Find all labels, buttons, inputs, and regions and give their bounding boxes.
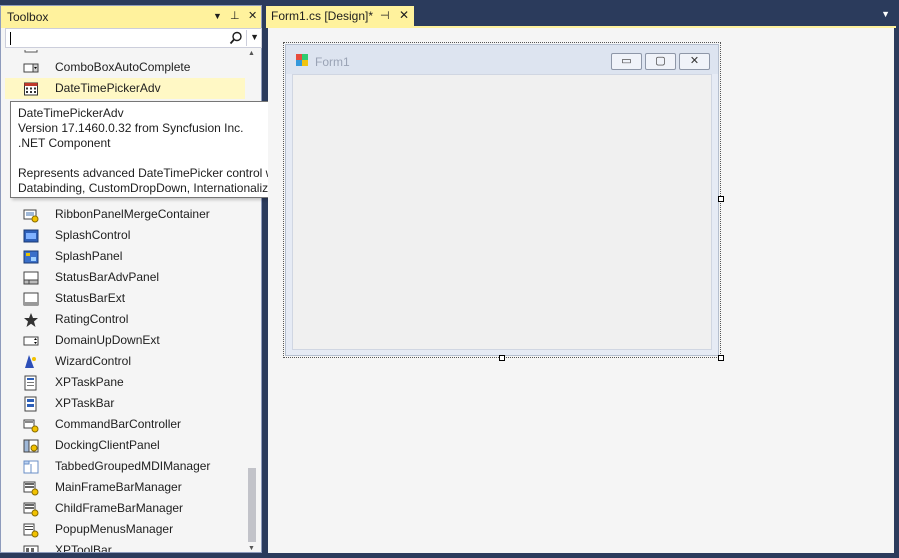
toolbox-panel: Toolbox ▼ ⊥ ✕ ▼ ComboBoxAutoComplete Dat… xyxy=(0,5,262,553)
form-client-area[interactable] xyxy=(292,74,712,350)
toolbox-item-childframebarmanager[interactable]: ChildFrameBarManager xyxy=(5,498,245,519)
toolbox-options-dropdown[interactable]: ▼ xyxy=(213,11,222,21)
tooltip-component-type: .NET Component xyxy=(18,136,111,150)
resize-handle-right[interactable] xyxy=(718,196,724,202)
statusbar-panel-icon xyxy=(23,271,39,285)
tooltip-description-line2: Databinding, CustomDropDown, Internation… xyxy=(18,181,298,195)
tooltip-version: Version 17.1460.0.32 from Syncfusion Inc… xyxy=(18,121,244,135)
tab-overflow-dropdown[interactable]: ▼ xyxy=(881,9,890,19)
form-app-icon xyxy=(296,54,308,66)
toolbox-item-dockingclientpanel[interactable]: DockingClientPanel xyxy=(5,435,245,456)
form-maximize-button[interactable]: ▢ xyxy=(645,53,676,70)
toolbox-item-tabbedgroupedmdimanager[interactable]: TabbedGroupedMDIManager xyxy=(5,456,245,477)
toolbox-item-mainframebarmanager[interactable]: MainFrameBarManager xyxy=(5,477,245,498)
toolbox-item-commandbarcontroller[interactable]: CommandBarController xyxy=(5,414,245,435)
scrollbar-thumb[interactable] xyxy=(248,468,256,542)
star-icon xyxy=(24,313,38,327)
minimize-icon: ▭ xyxy=(621,55,632,67)
toolbox-item-popupmenusmanager[interactable]: PopupMenusManager xyxy=(5,519,245,540)
tab-label: Form1.cs [Design]* xyxy=(271,9,374,23)
toolbox-item-splashpanel[interactable]: SplashPanel xyxy=(5,246,245,267)
resize-handle-bottom-right[interactable] xyxy=(718,355,724,361)
scroll-up-arrow[interactable]: ▲ xyxy=(248,50,255,57)
resize-handle-bottom[interactable] xyxy=(499,355,505,361)
wizard-icon xyxy=(25,355,36,368)
popupmenu-icon xyxy=(23,523,39,538)
list-item[interactable] xyxy=(5,50,245,57)
tab-close-icon[interactable]: ✕ xyxy=(399,8,409,22)
barmanager-icon xyxy=(23,502,39,517)
toolbox-search-box[interactable]: ▼ xyxy=(5,28,262,48)
form-title-bar[interactable]: Form1 ▭ ▢ ✕ xyxy=(286,45,718,74)
toolbox-item-xptoolbar[interactable]: XPToolBar xyxy=(5,540,245,552)
generic-control-icon xyxy=(24,50,38,53)
toolbox-item-datetimepickeradv[interactable]: DateTimePickerAdv xyxy=(5,78,245,99)
taskpane-icon xyxy=(24,375,37,391)
docking-icon xyxy=(23,439,39,453)
toolbox-search-input[interactable] xyxy=(12,30,212,46)
taskbar-icon xyxy=(24,396,37,412)
tabbed-mdi-icon xyxy=(23,460,39,474)
toolbox-item-xptaskpane[interactable]: XPTaskPane xyxy=(5,372,245,393)
toolbar-icon xyxy=(23,545,39,552)
ribbon-merge-icon xyxy=(23,209,39,223)
form-close-button[interactable]: ✕ xyxy=(679,53,710,70)
search-icon[interactable] xyxy=(229,31,243,45)
statusbar-icon xyxy=(23,292,39,306)
tab-form1-design[interactable]: Form1.cs [Design]* ⊣ ✕ xyxy=(266,6,414,26)
toolbox-item-ratingcontrol[interactable]: RatingControl xyxy=(5,309,245,330)
tooltip-description-line1: Represents advanced DateTimePicker contr… xyxy=(18,166,288,180)
toolbox-item-comboboxautocomplete[interactable]: ComboBoxAutoComplete xyxy=(5,57,245,78)
form-minimize-button[interactable]: ▭ xyxy=(611,53,642,70)
toolbox-title-bar[interactable]: Toolbox ▼ ⊥ ✕ xyxy=(1,6,261,28)
tooltip-component-name: DateTimePickerAdv xyxy=(18,106,124,120)
toolbox-item-wizardcontrol[interactable]: WizardControl xyxy=(5,351,245,372)
toolbox-item-statusbaradvpanel[interactable]: StatusBarAdvPanel xyxy=(5,267,245,288)
component-tooltip: DateTimePickerAdv Version 17.1460.0.32 f… xyxy=(10,101,305,198)
form-title: Form1 xyxy=(315,55,350,69)
updown-icon xyxy=(23,336,39,346)
designer-form[interactable]: Form1 ▭ ▢ ✕ xyxy=(285,44,719,356)
toolbox-item-ribbonpanelmergecontainer[interactable]: RibbonPanelMergeContainer xyxy=(5,204,245,225)
toolbox-item-domainupdownext[interactable]: DomainUpDownExt xyxy=(5,330,245,351)
toolbox-item-statusbarext[interactable]: StatusBarExt xyxy=(5,288,245,309)
toolbox-title: Toolbox xyxy=(7,10,49,24)
search-separator xyxy=(246,30,247,46)
text-caret xyxy=(10,32,11,45)
maximize-icon: ▢ xyxy=(655,55,666,67)
calendar-icon xyxy=(24,82,38,96)
close-icon: ✕ xyxy=(689,55,700,67)
splash-icon xyxy=(23,229,39,243)
toolbox-item-splashcontrol[interactable]: SplashControl xyxy=(5,225,245,246)
combobox-icon xyxy=(23,63,39,73)
toolbox-item-xptaskbar[interactable]: XPTaskBar xyxy=(5,393,245,414)
search-dropdown-arrow[interactable]: ▼ xyxy=(250,32,259,42)
toolbox-close-button[interactable]: ✕ xyxy=(248,9,257,22)
toolbox-pin-button[interactable]: ⊥ xyxy=(230,9,240,22)
commandbar-icon xyxy=(23,419,39,433)
barmanager-icon xyxy=(23,481,39,496)
tab-pin-icon[interactable]: ⊣ xyxy=(380,9,390,22)
scroll-down-arrow[interactable]: ▼ xyxy=(248,545,255,552)
splash-panel-icon xyxy=(23,250,39,264)
